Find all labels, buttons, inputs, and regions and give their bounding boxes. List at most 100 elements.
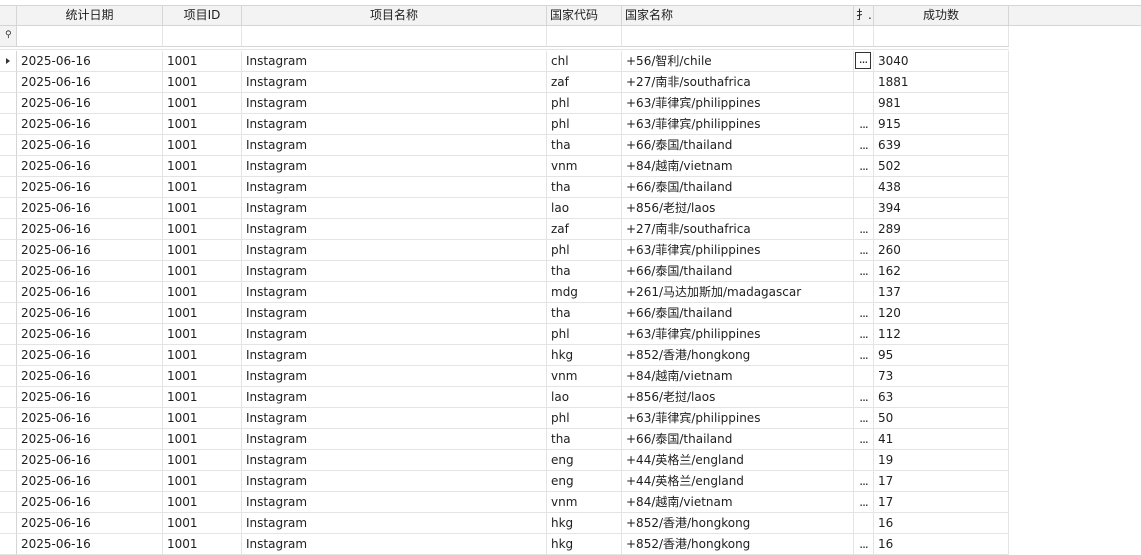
cell-country-code[interactable]: eng [547,471,622,492]
row-indicator[interactable] [0,93,17,114]
table-row[interactable]: 2025-06-16 1001 Instagram phl +63/菲律宾/philip… [0,408,1009,429]
filter-cell-country-name[interactable] [622,26,854,47]
cell-country-name[interactable]: +84/越南/vietnam [622,366,854,387]
table-row[interactable]: 2025-06-16 1001 Instagram eng +44/英格兰/englan… [0,471,1009,492]
cell-action[interactable] [854,513,874,534]
cell-success-count[interactable]: 19 [874,450,1009,471]
cell-success-count[interactable]: 438 [874,177,1009,198]
row-indicator[interactable] [0,303,17,324]
cell-success-count[interactable]: 73 [874,366,1009,387]
cell-project-id[interactable]: 1001 [163,198,242,219]
cell-action[interactable]: ... [854,324,874,345]
cell-project-name[interactable]: Instagram [242,345,547,366]
cell-country-code[interactable]: tha [547,303,622,324]
cell-project-id[interactable]: 1001 [163,261,242,282]
cell-action[interactable] [854,450,874,471]
cell-project-name[interactable]: Instagram [242,177,547,198]
cell-project-name[interactable]: Instagram [242,198,547,219]
cell-country-code[interactable]: tha [547,261,622,282]
cell-country-code[interactable]: phl [547,324,622,345]
table-row[interactable]: 2025-06-16 1001 Instagram tha +66/泰国/thailan… [0,261,1009,282]
cell-project-id[interactable]: 1001 [163,324,242,345]
cell-project-name[interactable]: Instagram [242,72,547,93]
row-indicator[interactable] [0,324,17,345]
table-row[interactable]: 2025-06-16 1001 Instagram tha +66/泰国/thailan… [0,177,1009,198]
cell-success-count[interactable]: 16 [874,534,1009,555]
cell-success-count[interactable]: 3040 [874,51,1009,72]
cell-action[interactable] [854,93,874,114]
table-row[interactable]: 2025-06-16 1001 Instagram zaf +27/南非/southaf… [0,219,1009,240]
cell-success-count[interactable]: 17 [874,471,1009,492]
row-indicator[interactable] [0,387,17,408]
cell-project-name[interactable]: Instagram [242,261,547,282]
cell-project-name[interactable]: Instagram [242,408,547,429]
cell-date[interactable]: 2025-06-16 [17,72,163,93]
table-row[interactable]: 2025-06-16 1001 Instagram hkg +852/香港/hongko… [0,534,1009,555]
table-row[interactable]: 2025-06-16 1001 Instagram mdg +261/马达加斯加/mad… [0,282,1009,303]
row-indicator[interactable] [0,492,17,513]
cell-success-count[interactable]: 915 [874,114,1009,135]
cell-country-code[interactable]: mdg [547,282,622,303]
row-indicator[interactable] [0,471,17,492]
column-header-project-id[interactable]: 项目ID [163,5,242,26]
cell-country-code[interactable]: phl [547,240,622,261]
cell-country-code[interactable]: eng [547,450,622,471]
cell-country-name[interactable]: +856/老挝/laos [622,387,854,408]
cell-project-id[interactable]: 1001 [163,135,242,156]
cell-country-code[interactable]: vnm [547,366,622,387]
header-corner[interactable] [0,5,17,26]
cell-country-code[interactable]: phl [547,114,622,135]
cell-date[interactable]: 2025-06-16 [17,93,163,114]
cell-project-id[interactable]: 1001 [163,156,242,177]
row-indicator[interactable] [0,513,17,534]
cell-country-name[interactable]: +63/菲律宾/philippines [622,114,854,135]
cell-date[interactable]: 2025-06-16 [17,408,163,429]
cell-success-count[interactable]: 394 [874,198,1009,219]
cell-country-code[interactable]: phl [547,408,622,429]
cell-country-name[interactable]: +27/南非/southafrica [622,219,854,240]
cell-country-code[interactable]: vnm [547,156,622,177]
cell-country-code[interactable]: chl [547,51,622,72]
cell-success-count[interactable]: 17 [874,492,1009,513]
table-row[interactable]: 2025-06-16 1001 Instagram hkg +852/香港/hongko… [0,345,1009,366]
cell-project-name[interactable]: Instagram [242,93,547,114]
cell-country-name[interactable]: +63/菲律宾/philippines [622,324,854,345]
table-row[interactable]: 2025-06-16 1001 Instagram chl +56/智利/chile..… [0,51,1009,72]
filter-cell-success-count[interactable] [874,26,1009,47]
row-indicator[interactable] [0,72,17,93]
cell-action[interactable]: ... [854,135,874,156]
cell-success-count[interactable]: 502 [874,156,1009,177]
cell-country-code[interactable]: hkg [547,513,622,534]
cell-date[interactable]: 2025-06-16 [17,492,163,513]
cell-date[interactable]: 2025-06-16 [17,135,163,156]
row-indicator[interactable] [0,450,17,471]
cell-action[interactable]: ... [854,429,874,450]
cell-date[interactable]: 2025-06-16 [17,471,163,492]
cell-date[interactable]: 2025-06-16 [17,114,163,135]
table-row[interactable]: 2025-06-16 1001 Instagram phl +63/菲律宾/philip… [0,324,1009,345]
cell-action[interactable] [854,72,874,93]
table-row[interactable]: 2025-06-16 1001 Instagram hkg +852/香港/hongko… [0,513,1009,534]
table-row[interactable]: 2025-06-16 1001 Instagram eng +44/英格兰/englan… [0,450,1009,471]
cell-action[interactable]: ... [854,303,874,324]
cell-project-name[interactable]: Instagram [242,450,547,471]
cell-country-code[interactable]: tha [547,177,622,198]
cell-action[interactable]: ... [854,51,874,72]
cell-success-count[interactable]: 41 [874,429,1009,450]
cell-action[interactable]: ... [854,387,874,408]
cell-date[interactable]: 2025-06-16 [17,345,163,366]
cell-country-code[interactable]: hkg [547,534,622,555]
cell-country-code[interactable]: lao [547,198,622,219]
cell-project-name[interactable]: Instagram [242,471,547,492]
cell-country-name[interactable]: +44/英格兰/england [622,450,854,471]
row-indicator[interactable] [0,135,17,156]
cell-success-count[interactable]: 260 [874,240,1009,261]
table-row[interactable]: 2025-06-16 1001 Instagram phl +63/菲律宾/philip… [0,93,1009,114]
cell-project-id[interactable]: 1001 [163,303,242,324]
cell-project-name[interactable]: Instagram [242,324,547,345]
cell-date[interactable]: 2025-06-16 [17,534,163,555]
cell-date[interactable]: 2025-06-16 [17,429,163,450]
column-header-success-count[interactable]: 成功数 [874,5,1009,26]
cell-project-id[interactable]: 1001 [163,408,242,429]
cell-country-name[interactable]: +63/菲律宾/philippines [622,408,854,429]
